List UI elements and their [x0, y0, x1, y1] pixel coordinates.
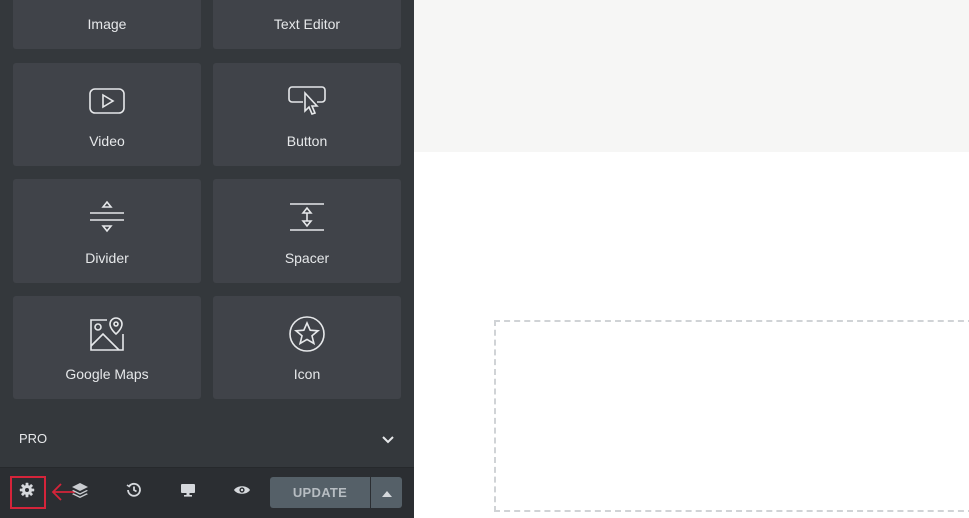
navigator-button[interactable]: [68, 480, 92, 504]
widget-button[interactable]: Button: [213, 63, 401, 166]
widget-label: Divider: [85, 250, 129, 266]
update-button[interactable]: UPDATE: [270, 477, 370, 508]
widget-google-maps[interactable]: Google Maps: [13, 296, 201, 399]
widget-spacer[interactable]: Spacer: [213, 179, 401, 283]
pro-section-label: PRO: [19, 431, 48, 446]
panel-footer: UPDATE: [0, 467, 414, 518]
widget-image[interactable]: Image: [13, 0, 201, 49]
widget-label: Button: [286, 133, 328, 149]
empty-section-drop-zone[interactable]: [494, 320, 969, 512]
responsive-mode-button[interactable]: [176, 480, 200, 504]
history-icon: [126, 482, 142, 503]
caret-up-icon: [381, 484, 392, 502]
divider-icon: [13, 197, 201, 237]
widget-label: Image: [87, 16, 127, 32]
eye-icon: [233, 483, 251, 501]
widget-label: Text Editor: [273, 16, 341, 32]
widget-divider[interactable]: Divider: [13, 179, 201, 283]
widget-icon[interactable]: Icon: [213, 296, 401, 399]
update-options-button[interactable]: [371, 477, 402, 508]
canvas-header-section: [414, 0, 969, 152]
pro-section-toggle[interactable]: PRO: [0, 424, 414, 454]
star-icon: [213, 314, 401, 354]
history-button[interactable]: [122, 480, 146, 504]
spacer-icon: [213, 197, 401, 237]
elements-panel: Image Text Editor Video Button Divider S…: [0, 0, 414, 518]
gear-icon: [19, 482, 35, 503]
widget-label: Video: [89, 133, 125, 149]
google-maps-icon: [13, 314, 201, 354]
preview-button[interactable]: [230, 480, 254, 504]
widget-label: Google Maps: [65, 366, 149, 382]
desktop-icon: [180, 483, 196, 502]
widget-video[interactable]: Video: [13, 63, 201, 166]
layers-icon: [71, 482, 89, 503]
settings-button[interactable]: [15, 480, 39, 504]
button-icon: [213, 81, 401, 121]
widget-label: Icon: [293, 366, 321, 382]
chevron-down-icon: [382, 432, 394, 450]
widget-label: Spacer: [284, 250, 330, 266]
widget-text-editor[interactable]: Text Editor: [213, 0, 401, 49]
video-icon: [13, 81, 201, 121]
